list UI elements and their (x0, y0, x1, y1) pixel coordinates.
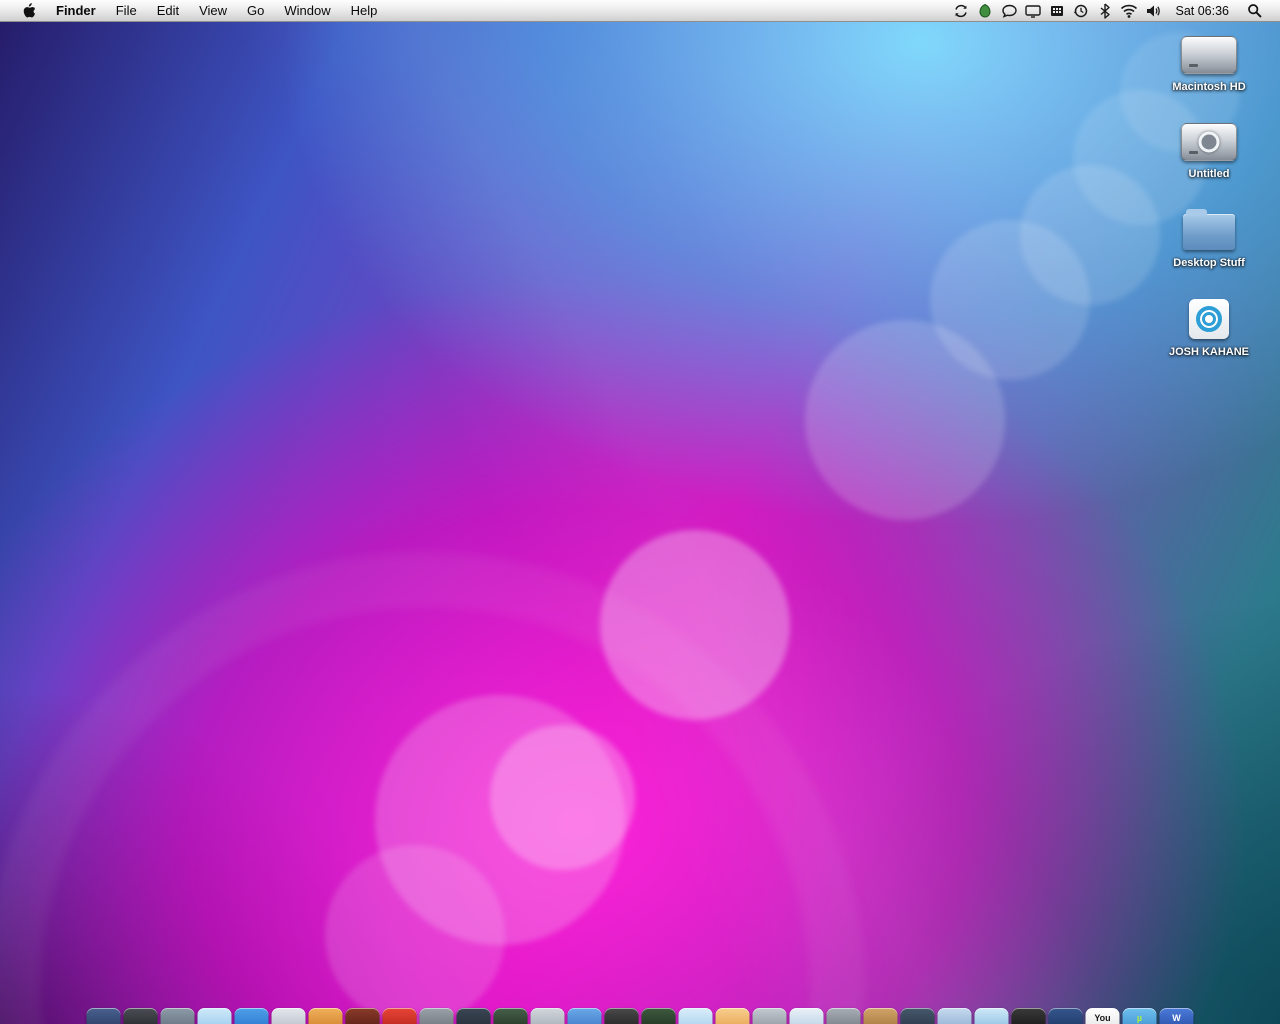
icon-label: JOSH KAHANE (1168, 346, 1250, 358)
menubar-menus-left: Finder File Edit View Go Window Help (0, 0, 387, 21)
spotlight-icon (1248, 4, 1262, 18)
dock-dock-app-20[interactable] (789, 1008, 824, 1024)
dock-dock-app-03[interactable] (160, 1008, 195, 1024)
dock-dock-app-22[interactable] (863, 1008, 898, 1024)
dock-dock-app-27[interactable] (1048, 1008, 1083, 1024)
dock-dock-app-21[interactable] (826, 1008, 861, 1024)
menu-go[interactable]: Go (237, 0, 274, 21)
dock: You µ W (86, 1008, 1194, 1024)
menu-view[interactable]: View (189, 0, 237, 21)
dock-dock-app-14[interactable] (567, 1008, 602, 1024)
external-drive-icon (1181, 123, 1237, 161)
dock-dock-app-25[interactable] (974, 1008, 1009, 1024)
dock-icon-glyph: You (1094, 1012, 1111, 1023)
icon-label: Desktop Stuff (1173, 257, 1245, 269)
menu-window[interactable]: Window (274, 0, 340, 21)
desktop-icon-josh-kahane[interactable]: JOSH KAHANE (1154, 299, 1264, 358)
menu-help[interactable]: Help (341, 0, 388, 21)
dock-dock-app-01[interactable] (86, 1008, 121, 1024)
menubar-status-area: Sat 06:36 (949, 0, 1280, 21)
plugin-icon[interactable] (973, 0, 997, 21)
dock-dock-app-11[interactable] (456, 1008, 491, 1024)
dock-dock-app-26[interactable] (1011, 1008, 1046, 1024)
spotlight-menu[interactable] (1239, 0, 1270, 21)
dock-terminal[interactable] (604, 1008, 639, 1024)
dock-dock-app-04[interactable] (197, 1008, 232, 1024)
menu-file[interactable]: File (106, 0, 147, 21)
dock-safari[interactable] (234, 1008, 269, 1024)
bokeh-circle (600, 530, 790, 720)
dock-system-preferences[interactable] (530, 1008, 565, 1024)
dock-dock-app-08[interactable] (345, 1008, 380, 1024)
removable-disk-icon (1189, 299, 1229, 339)
bokeh-circle (325, 845, 505, 1024)
dock-dock-app-24[interactable] (937, 1008, 972, 1024)
dock-dock-app-19[interactable] (752, 1008, 787, 1024)
dock-dock-app-09[interactable] (382, 1008, 417, 1024)
icon-label: Untitled (1188, 168, 1230, 180)
menu-finder[interactable]: Finder (46, 0, 106, 21)
bluetooth-icon[interactable] (1093, 0, 1117, 21)
apple-icon (23, 3, 36, 18)
keyboard-grid-icon[interactable] (1045, 0, 1069, 21)
folder-icon (1183, 209, 1235, 250)
menubar: Finder File Edit View Go Window Help Sat 06:36 (0, 0, 1280, 22)
dock-youtube[interactable]: You (1085, 1008, 1120, 1024)
desktop-icon-desktop-stuff[interactable]: Desktop Stuff (1154, 209, 1264, 269)
dock-dock-app-12[interactable] (493, 1008, 528, 1024)
apple-menu[interactable] (12, 0, 46, 21)
display-icon[interactable] (1021, 0, 1045, 21)
dock-dock-app-23[interactable] (900, 1008, 935, 1024)
dock-dock-app-16[interactable] (641, 1008, 676, 1024)
dock-iphoto[interactable] (715, 1008, 750, 1024)
time-machine-icon[interactable] (1069, 0, 1093, 21)
desktop-icon-macintosh-hd[interactable]: Macintosh HD (1154, 36, 1264, 93)
chat-bubble-icon[interactable] (997, 0, 1021, 21)
bokeh-circle (490, 725, 635, 870)
menu-edit[interactable]: Edit (147, 0, 189, 21)
dock-dock-app-02[interactable] (123, 1008, 158, 1024)
dock-utorrent[interactable]: µ (1122, 1008, 1157, 1024)
dock-dock-app-10[interactable] (419, 1008, 454, 1024)
dock-dock-app-07[interactable] (308, 1008, 343, 1024)
dock-icon-glyph: µ (1136, 1012, 1143, 1023)
desktop[interactable]: Macintosh HD Untitled Desktop Stuff JOSH… (0, 22, 1280, 1024)
status-icons (949, 0, 1165, 21)
icon-label: Macintosh HD (1172, 81, 1246, 93)
dock-icon-glyph: W (1172, 1012, 1181, 1023)
wifi-icon[interactable] (1117, 0, 1141, 21)
dock-word[interactable]: W (1159, 1008, 1194, 1024)
sync-icon[interactable] (949, 0, 973, 21)
menubar-menus: Finder File Edit View Go Window Help (46, 0, 387, 21)
desktop-icon-untitled[interactable]: Untitled (1154, 123, 1264, 180)
desktop-icons: Macintosh HD Untitled Desktop Stuff JOSH… (1154, 36, 1264, 358)
menubar-clock[interactable]: Sat 06:36 (1165, 4, 1239, 18)
hard-drive-icon (1181, 36, 1237, 74)
dock-dock-app-06[interactable] (271, 1008, 306, 1024)
dock-dock-app-17[interactable] (678, 1008, 713, 1024)
volume-icon[interactable] (1141, 0, 1165, 21)
